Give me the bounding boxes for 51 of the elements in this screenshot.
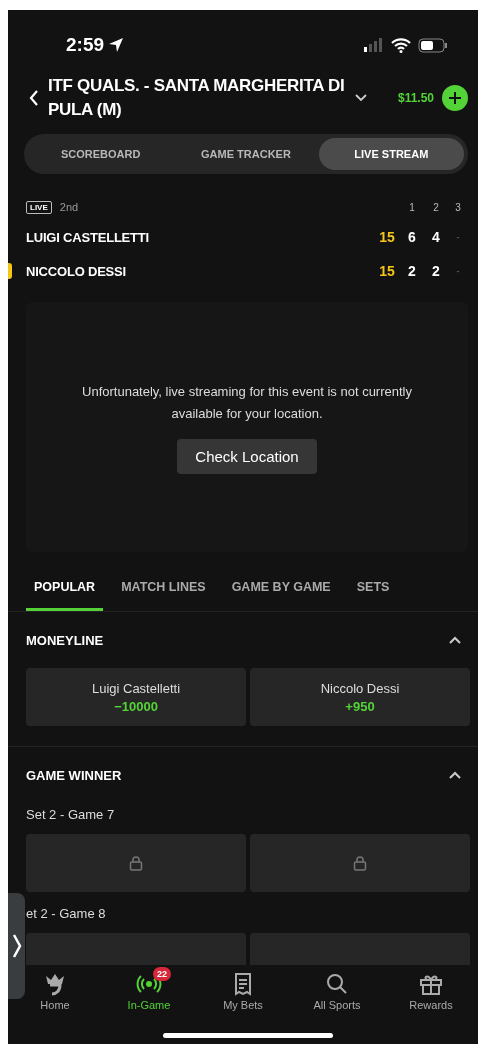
side-drawer-handle[interactable]	[8, 893, 25, 999]
odds-button[interactable]: Niccolo Dessi +950	[250, 668, 470, 726]
clock-time: 2:59	[66, 34, 125, 56]
set-score: 2	[431, 263, 441, 279]
nav-tab[interactable]: All Sports	[297, 971, 377, 1044]
nav-tab[interactable]: My Bets	[203, 971, 283, 1044]
market-tab[interactable]: SETS	[348, 572, 398, 611]
stream-message: Unfortunately, live streaming for this event is not currently available for your location.	[81, 382, 413, 423]
game-label: Set 2 - Game 7	[26, 807, 116, 822]
point-score: 15	[378, 263, 396, 279]
count-badge: 22	[153, 967, 171, 981]
view-tab[interactable]: LIVE STREAM	[318, 138, 464, 170]
set-score: -	[455, 266, 461, 276]
set-header: 1	[408, 201, 416, 213]
add-funds-button[interactable]	[442, 85, 468, 111]
set-score: 6	[407, 229, 417, 245]
chevron-up-icon[interactable]	[448, 770, 462, 780]
chevron-down-icon[interactable]	[353, 93, 368, 103]
player-name: NICCOLO DESSI	[26, 263, 127, 279]
back-button[interactable]	[28, 89, 40, 107]
set-score: -	[455, 232, 461, 242]
game-label: et 2 - Game 8	[26, 906, 107, 921]
market-title: GAME WINNER	[26, 767, 122, 783]
wifi-icon	[391, 37, 411, 53]
odds-button[interactable]: Luigi Castelletti −10000	[26, 668, 246, 726]
live-badge: LIVE	[26, 200, 52, 214]
set-header: 2	[432, 201, 440, 213]
view-tab[interactable]: SCOREBOARD	[28, 138, 174, 170]
market-tab[interactable]: MATCH LINES	[113, 572, 214, 611]
player-name: LUIGI CASTELLETTI	[26, 229, 150, 245]
lock-icon	[353, 855, 367, 871]
market-tab[interactable]: POPULAR	[26, 572, 104, 611]
account-balance: $11.50	[397, 91, 434, 105]
market-title: MONEYLINE	[26, 632, 104, 648]
chevron-up-icon[interactable]	[448, 635, 462, 645]
nav-tab[interactable]: Home	[15, 971, 95, 1044]
point-score: 15	[378, 229, 396, 245]
set-header: 3	[454, 201, 462, 213]
period-label: 2nd	[59, 201, 79, 213]
battery-icon	[418, 37, 448, 53]
view-tab[interactable]: GAME TRACKER	[173, 138, 319, 170]
signal-icon	[364, 38, 384, 52]
market-tab[interactable]: GAME BY GAME	[223, 572, 339, 611]
check-location-button[interactable]: Check Location	[177, 438, 317, 474]
nav-tab[interactable]: Rewards	[391, 971, 471, 1044]
set-score: 4	[431, 229, 441, 245]
location-arrow-icon	[108, 37, 125, 53]
set-score: 2	[407, 263, 417, 279]
plus-icon	[448, 91, 462, 105]
lock-icon	[129, 855, 143, 871]
event-title: ITF QUALS. - SANTA MARGHERITA DI PULA (M)	[48, 75, 346, 121]
